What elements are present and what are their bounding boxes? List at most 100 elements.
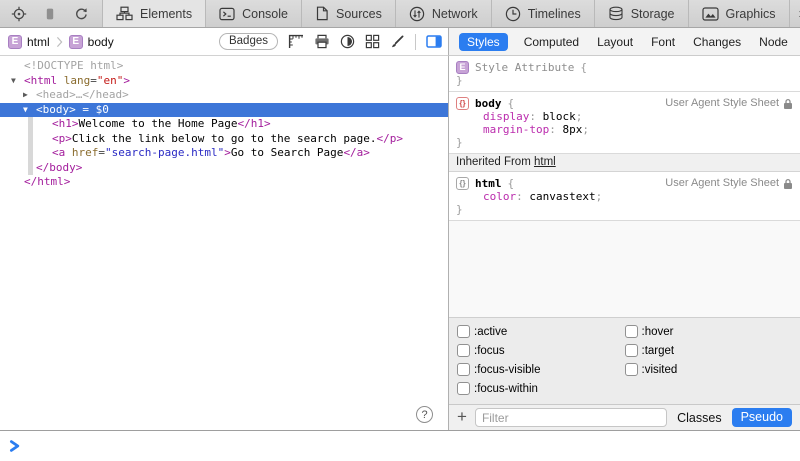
rule-header: {}body {User Agent Style Sheet <box>456 97 793 110</box>
dom-token: > <box>123 74 130 87</box>
pseudo-checkbox[interactable] <box>457 325 470 338</box>
inspect-element-button[interactable] <box>11 6 27 22</box>
tab-sources[interactable]: Sources <box>301 0 395 27</box>
property-value: block <box>543 110 576 123</box>
inspector-content: <!DOCTYPE html> ▼ <html lang = "en">▶<head>…… <box>0 56 800 430</box>
reload-page-button[interactable] <box>73 6 89 22</box>
css-property[interactable]: margin-top: 8px; <box>456 123 793 136</box>
sidebar-tab-node[interactable]: Node <box>757 33 790 51</box>
rule-selector[interactable]: body <box>475 97 502 110</box>
filter-input[interactable] <box>475 408 667 427</box>
dom-tree-row[interactable]: ▼<html lang="en"> <box>0 74 448 89</box>
dom-tree-row[interactable]: ▼<body> = $0 <box>0 103 448 118</box>
origin-note-text: User Agent Style Sheet <box>665 97 779 110</box>
stylesheet-origin-note: User Agent Style Sheet <box>665 177 793 190</box>
badges-button[interactable]: Badges <box>219 33 278 50</box>
dom-token: <!DOCTYPE html> <box>24 59 123 72</box>
css-property[interactable]: display: block; <box>456 110 793 123</box>
dom-token: = <box>98 146 105 159</box>
pseudo-label: :active <box>474 326 507 338</box>
ruler-button[interactable] <box>288 34 304 49</box>
dom-token: Welcome to the Home Page <box>79 117 238 130</box>
css-property[interactable]: color: canvastext; <box>456 190 793 203</box>
rule-origin-icon: {} <box>456 177 469 190</box>
dom-token: <p> <box>52 132 72 145</box>
tab-storage[interactable]: Storage <box>594 0 688 27</box>
more-tabs-button[interactable]: » <box>789 0 800 27</box>
styles-bottom-bar: + Classes Pseudo <box>449 404 800 430</box>
dom-tree-row[interactable]: </body> <box>0 161 448 176</box>
dom-tree-row[interactable]: ▶<head>…</head> <box>0 88 448 103</box>
sidebar-tab-font[interactable]: Font <box>649 33 677 51</box>
disclosure-open-icon[interactable]: ▼ <box>11 74 16 89</box>
secondary-toolbar: Ehtml Ebody Badges Styles Computed Layout Fo… <box>0 28 800 56</box>
tab-console[interactable]: Console <box>206 0 301 27</box>
pseudo-label: :target <box>642 345 675 357</box>
elements-icon <box>116 6 133 21</box>
dom-token: Go to Search Page <box>231 146 344 159</box>
dom-tree-row[interactable]: <!DOCTYPE html> <box>0 59 448 74</box>
tab-label: Console <box>242 7 288 21</box>
tab-label: Timelines <box>528 7 581 21</box>
sidebar-tab-styles[interactable]: Styles <box>459 33 508 51</box>
tab-graphics[interactable]: Graphics <box>688 0 789 27</box>
details-sidebar-toggle[interactable] <box>426 35 442 48</box>
classes-button[interactable]: Classes <box>675 411 723 425</box>
open-brace: { <box>508 177 515 190</box>
pseudo-item-visited: :visited <box>625 360 793 379</box>
disclosure-closed-icon[interactable]: ▶ <box>23 88 28 103</box>
rule-origin-icon: E <box>456 61 469 74</box>
pseudo-checkbox[interactable] <box>625 325 638 338</box>
dom-tree-row[interactable]: </html> <box>0 175 448 190</box>
pseudo-checkbox[interactable] <box>457 363 470 376</box>
sidebar-tab-layout[interactable]: Layout <box>595 33 635 51</box>
pseudo-button[interactable]: Pseudo <box>732 408 792 427</box>
pseudo-checkbox[interactable] <box>625 344 638 357</box>
pseudo-item-target: :target <box>625 341 793 360</box>
breadcrumb-item-body[interactable]: Ebody <box>69 35 114 49</box>
tab-timelines[interactable]: Timelines <box>491 0 594 27</box>
tab-elements[interactable]: Elements <box>102 0 206 27</box>
dom-token: "en" <box>97 74 124 87</box>
pseudo-item-active: :active <box>457 322 625 341</box>
storage-icon <box>608 6 624 21</box>
pseudo-checkbox[interactable] <box>625 363 638 376</box>
device-settings-button[interactable] <box>42 6 58 22</box>
rule-selector[interactable]: html <box>475 177 502 190</box>
pseudo-checkbox[interactable] <box>457 382 470 395</box>
quick-console-bar[interactable] <box>0 430 800 461</box>
dom-token: <html <box>24 74 64 87</box>
inherited-target-link[interactable]: html <box>534 156 556 168</box>
disclosure-open-icon[interactable]: ▼ <box>23 103 28 118</box>
dom-token: </p> <box>377 132 404 145</box>
pseudo-item-focus-within: :focus-within <box>457 379 625 398</box>
breadcrumb-separator-icon <box>56 36 63 48</box>
help-button[interactable]: ? <box>416 406 433 423</box>
dom-token: href <box>72 146 99 159</box>
dom-tree-row[interactable]: <p>Click the link below to go to the sea… <box>0 132 448 147</box>
color-scheme-toggle-button[interactable] <box>340 34 355 49</box>
pseudo-item-focus: :focus <box>457 341 625 360</box>
sidebar-tab-computed[interactable]: Computed <box>522 33 581 51</box>
style-rule-html: {} html { User Agent Style Sheetcolor: can… <box>449 172 800 221</box>
dom-token: lang <box>64 74 91 87</box>
breadcrumb-item-html[interactable]: Ehtml <box>8 35 50 49</box>
dom-token: </a> <box>343 146 370 159</box>
dom-tree-row[interactable]: <a href="search-page.html">Go to Search … <box>0 146 448 161</box>
grid-overlay-button[interactable] <box>365 34 380 49</box>
stylesheet-origin-note: User Agent Style Sheet <box>665 97 793 110</box>
dom-token: <a <box>52 146 72 159</box>
pseudo-label: :visited <box>642 364 678 376</box>
tab-network[interactable]: Network <box>395 0 491 27</box>
timelines-icon <box>505 6 521 22</box>
print-styles-button[interactable] <box>314 34 330 49</box>
property-name: margin-top <box>483 123 549 136</box>
pseudo-checkbox[interactable] <box>457 344 470 357</box>
rule-selector[interactable]: Style Attribute <box>475 61 574 74</box>
dom-toolbar-icons <box>288 34 405 49</box>
style-rules: E Style Attribute {} {}body {User Agent St… <box>449 56 800 221</box>
sidebar-tab-changes[interactable]: Changes <box>691 33 743 51</box>
paint-flashing-button[interactable] <box>390 34 405 49</box>
add-rule-button[interactable]: + <box>457 408 467 425</box>
dom-tree-row[interactable]: <h1>Welcome to the Home Page</h1> <box>0 117 448 132</box>
